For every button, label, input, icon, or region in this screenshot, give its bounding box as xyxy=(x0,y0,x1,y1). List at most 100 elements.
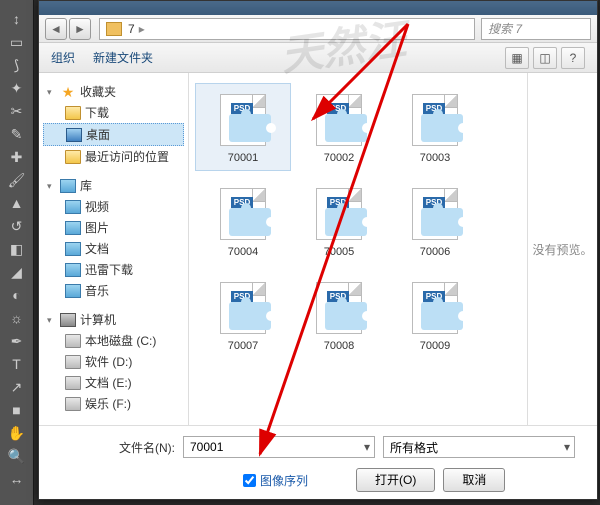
file-item[interactable]: PSD 70003 xyxy=(387,83,483,171)
tool-lasso[interactable]: ⟆ xyxy=(4,54,30,76)
file-item[interactable]: PSD70005 xyxy=(291,177,387,265)
file-name: 70005 xyxy=(294,246,384,258)
tree-item-drive-f[interactable]: 娱乐 (F:) xyxy=(43,393,184,414)
tree-item-xunlei[interactable]: 迅雷下载 xyxy=(43,259,184,280)
preview-text: 没有预览。 xyxy=(533,241,593,258)
dialog-bottom: 文件名(N): 70001 ▾ 所有格式 ▾ 图像序列 打开(O) 取消 xyxy=(39,425,597,502)
format-value: 所有格式 xyxy=(390,439,438,456)
folder-icon xyxy=(65,150,81,164)
tool-marquee[interactable]: ▭ xyxy=(4,31,30,53)
tree-libraries[interactable]: ▾ 库 xyxy=(43,175,184,196)
back-button[interactable]: ◄ xyxy=(45,18,67,40)
tool-hand[interactable]: ✋ xyxy=(4,422,30,444)
organize-button[interactable]: 组织 xyxy=(51,49,75,66)
tool-brush[interactable]: 🖌 xyxy=(4,169,30,191)
dropdown-icon: ▾ xyxy=(364,440,370,454)
tool-crop[interactable]: ✂ xyxy=(4,100,30,122)
cancel-button[interactable]: 取消 xyxy=(443,468,505,492)
search-input[interactable]: 搜索 7 xyxy=(481,18,591,40)
tool-history[interactable]: ↺ xyxy=(4,215,30,237)
preview-button[interactable]: ◫ xyxy=(533,47,557,69)
sequence-label: 图像序列 xyxy=(260,472,308,489)
file-item[interactable]: PSD70001 xyxy=(195,83,291,171)
drive-icon xyxy=(65,334,81,348)
open-button[interactable]: 打开(O) xyxy=(356,468,435,492)
drive-icon xyxy=(65,376,81,390)
tool-wand[interactable]: ✦ xyxy=(4,77,30,99)
tree-item-desktop[interactable]: 桌面 xyxy=(43,123,184,146)
computer-icon xyxy=(60,313,76,327)
tool-swap[interactable]: ↔ xyxy=(4,468,30,490)
breadcrumb[interactable]: 7 ▸ xyxy=(99,18,475,40)
file-item[interactable]: PSD 70008 xyxy=(291,271,387,359)
forward-button[interactable]: ► xyxy=(69,18,91,40)
search-placeholder: 搜索 7 xyxy=(488,20,522,37)
docs-icon xyxy=(65,242,81,256)
tree-item-music[interactable]: 音乐 xyxy=(43,280,184,301)
help-button[interactable]: ? xyxy=(561,47,585,69)
sequence-checkbox[interactable]: 图像序列 xyxy=(243,472,308,489)
file-thumb: PSD xyxy=(214,184,272,242)
file-name: 70007 xyxy=(198,340,288,352)
tree-item-drive-e[interactable]: 文档 (E:) xyxy=(43,372,184,393)
file-item[interactable]: PSD 70002 xyxy=(291,83,387,171)
tree-item-recent[interactable]: 最近访问的位置 xyxy=(43,146,184,167)
tool-dodge[interactable]: ☼ xyxy=(4,307,30,329)
folder-icon xyxy=(106,22,122,36)
tool-blur[interactable]: ◐ xyxy=(4,284,30,306)
tree-item-docs[interactable]: 文档 xyxy=(43,238,184,259)
file-thumb: PSD xyxy=(310,90,368,148)
file-name: 70003 xyxy=(390,152,480,164)
tool-move[interactable]: ↕ xyxy=(4,8,30,30)
main-area: ▾ ★ 收藏夹 下载 桌面 最近访问的位置 ▾ 库 视频 图片 文档 迅雷下载 … xyxy=(39,73,597,425)
tool-shape[interactable]: ■ xyxy=(4,399,30,421)
file-name: 70004 xyxy=(198,246,288,258)
tool-eyedrop[interactable]: ✎ xyxy=(4,123,30,145)
tool-path[interactable]: ↗ xyxy=(4,376,30,398)
breadcrumb-folder: 7 xyxy=(128,22,135,36)
collapse-icon: ▾ xyxy=(47,315,56,324)
tree-item-drive-c[interactable]: 本地磁盘 (C:) xyxy=(43,330,184,351)
filename-label: 文件名(N): xyxy=(53,439,183,456)
file-item[interactable]: PSD70006 xyxy=(387,177,483,265)
view-button[interactable]: ▦ xyxy=(505,47,529,69)
nav-tree: ▾ ★ 收藏夹 下载 桌面 最近访问的位置 ▾ 库 视频 图片 文档 迅雷下载 … xyxy=(39,73,189,425)
file-thumb: PSD xyxy=(310,278,368,336)
nav-bar: ◄ ► 7 ▸ 搜索 7 xyxy=(39,15,597,43)
file-item[interactable]: PSD 70004 xyxy=(195,177,291,265)
chevron-icon: ▸ xyxy=(139,22,145,36)
tree-favorites[interactable]: ▾ ★ 收藏夹 xyxy=(43,81,184,102)
file-thumb: PSD xyxy=(406,90,464,148)
tool-zoom[interactable]: 🔍 xyxy=(4,445,30,467)
tool-gradient[interactable]: ◢ xyxy=(4,261,30,283)
tool-eraser[interactable]: ◧ xyxy=(4,238,30,260)
format-select[interactable]: 所有格式 ▾ xyxy=(383,436,575,458)
tool-type[interactable]: T xyxy=(4,353,30,375)
open-dialog: ◄ ► 7 ▸ 搜索 7 组织 新建文件夹 ▦ ◫ ? ▾ ★ 收藏夹 下载 xyxy=(38,0,598,500)
tool-stamp[interactable]: ▲ xyxy=(4,192,30,214)
tree-computer[interactable]: ▾ 计算机 xyxy=(43,309,184,330)
collapse-icon: ▾ xyxy=(47,181,56,190)
dropdown-icon: ▾ xyxy=(564,440,570,454)
tree-item-downloads[interactable]: 下载 xyxy=(43,102,184,123)
filename-input[interactable]: 70001 ▾ xyxy=(183,436,375,458)
toolbar: 组织 新建文件夹 ▦ ◫ ? xyxy=(39,43,597,73)
tree-item-drive-d[interactable]: 软件 (D:) xyxy=(43,351,184,372)
sequence-check-input[interactable] xyxy=(243,474,256,487)
file-name: 70001 xyxy=(198,152,288,164)
desktop-icon xyxy=(66,128,82,142)
tool-pen[interactable]: ✒ xyxy=(4,330,30,352)
file-item[interactable]: PSD70009 xyxy=(387,271,483,359)
tree-item-pictures[interactable]: 图片 xyxy=(43,217,184,238)
new-folder-button[interactable]: 新建文件夹 xyxy=(93,49,153,66)
pictures-icon xyxy=(65,221,81,235)
download-icon xyxy=(65,263,81,277)
file-name: 70008 xyxy=(294,340,384,352)
file-name: 70002 xyxy=(294,152,384,164)
collapse-icon: ▾ xyxy=(47,87,56,96)
drive-icon xyxy=(65,355,81,369)
tree-item-video[interactable]: 视频 xyxy=(43,196,184,217)
file-thumb: PSD xyxy=(406,184,464,242)
file-item[interactable]: PSD70007 xyxy=(195,271,291,359)
tool-heal[interactable]: ✚ xyxy=(4,146,30,168)
